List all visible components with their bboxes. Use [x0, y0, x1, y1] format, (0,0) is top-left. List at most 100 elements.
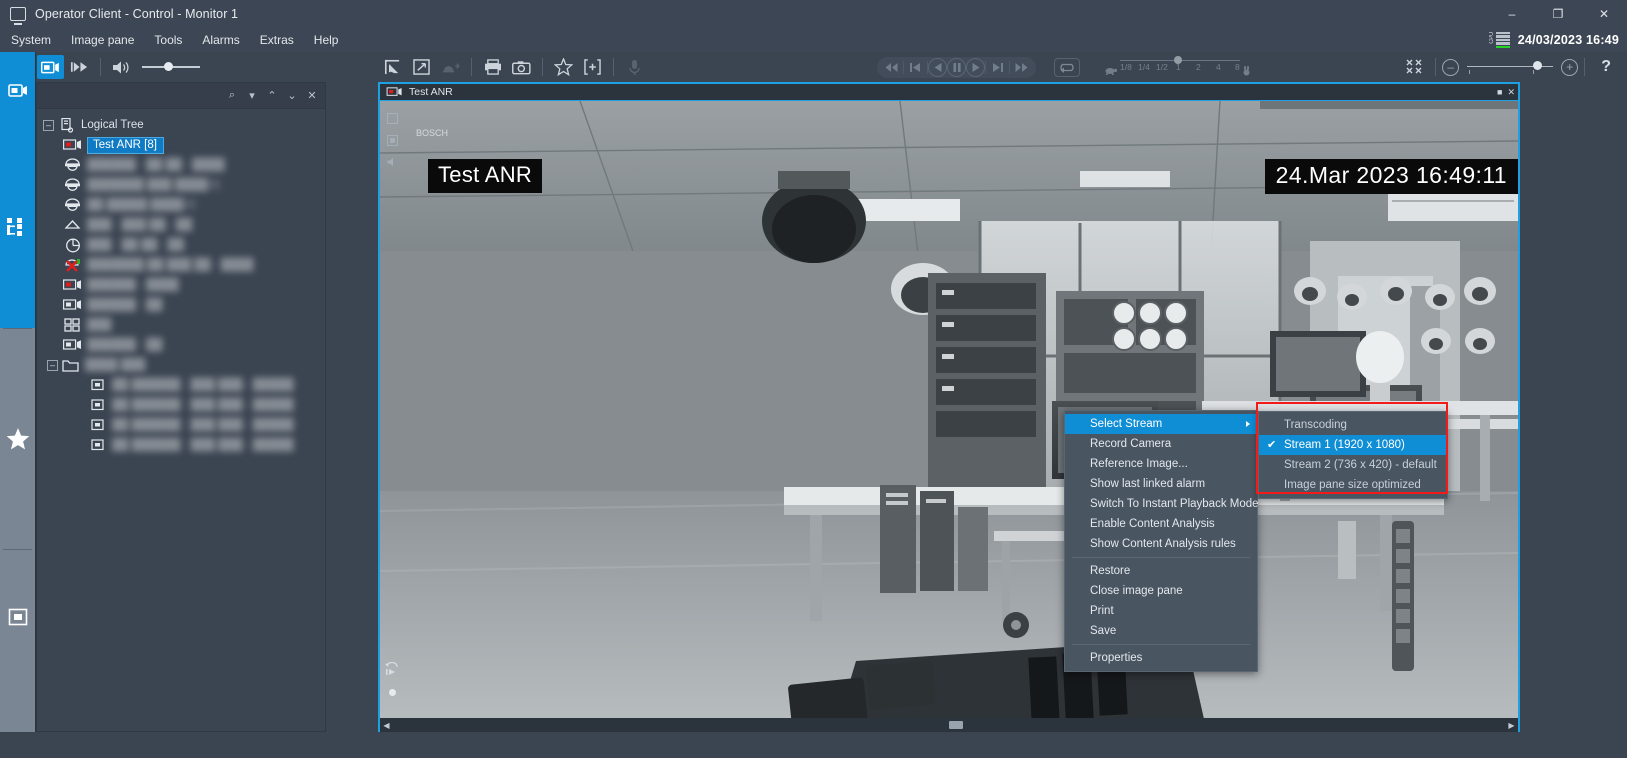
tree-node-row[interactable]: ███████ ██ ███ ██ - ████ [43, 255, 325, 275]
context-item-show-content-analysis-rules[interactable]: Show Content Analysis rules [1065, 534, 1257, 554]
context-item-label: Reference Image... [1090, 458, 1188, 470]
pane-tool-audio-icon[interactable] [387, 157, 398, 170]
search-icon[interactable]: ⌕ [223, 87, 241, 105]
logical-tree-panel: ⌕ ▾ ⌃ ⌄ ✕ – Logical Tree Test ANR [8] [36, 82, 326, 732]
menu-item-image-pane[interactable]: Image pane [62, 30, 143, 50]
tree-root-row[interactable]: – Logical Tree [43, 115, 325, 135]
scroll-up-icon[interactable]: ⌃ [263, 87, 281, 105]
tree-node-test-anr[interactable]: Test ANR [8] [43, 135, 325, 155]
video-image-pane[interactable]: Test ANR ■ ✕ [378, 82, 1520, 732]
select-tool-button[interactable] [379, 55, 406, 79]
audio-button[interactable] [108, 55, 135, 79]
tree-node-row[interactable]: ██████ - ██ [43, 295, 325, 315]
context-item-properties[interactable]: Properties [1065, 648, 1257, 668]
context-item-label: Enable Content Analysis [1090, 518, 1215, 530]
scroll-thumb[interactable] [949, 721, 963, 729]
scroll-right-icon[interactable]: ▶ [1505, 721, 1518, 730]
pane-bottom-tools[interactable] [383, 662, 401, 696]
rail-item-favorites[interactable] [0, 329, 35, 549]
next-frame-button[interactable] [986, 58, 1009, 77]
add-bookmark-button[interactable] [579, 55, 606, 79]
close-button[interactable]: ✕ [1581, 0, 1627, 28]
context-item-restore[interactable]: Restore [1065, 561, 1257, 581]
close-all-panes-button[interactable] [1401, 55, 1428, 79]
pause-button[interactable] [947, 58, 966, 77]
zoom-out-button[interactable]: – [1442, 59, 1459, 76]
submenu-item-stream-2[interactable]: Stream 2 (736 x 420) - default [1259, 455, 1447, 475]
scroll-left-icon[interactable]: ◀ [380, 721, 393, 730]
menu-item-system[interactable]: System [2, 30, 60, 50]
favorite-star-button[interactable] [550, 55, 577, 79]
context-item-save[interactable]: Save [1065, 621, 1257, 641]
tree-node-label: ██ █████ ████[8] [87, 199, 196, 211]
menu-item-tools[interactable]: Tools [145, 30, 191, 50]
maximize-button[interactable]: ❐ [1535, 0, 1581, 28]
forward-fast-button[interactable] [1010, 58, 1033, 77]
search-options-chevron-icon[interactable]: ▾ [243, 87, 261, 105]
tree-node-row[interactable]: ███ [43, 315, 325, 335]
help-button[interactable]: ? [1601, 58, 1611, 76]
playback-controls[interactable] [877, 57, 1036, 78]
tree-node-row[interactable]: ███ - ███ ██ - ██ [43, 215, 325, 235]
menu-item-alarms[interactable]: Alarms [193, 30, 248, 50]
pane-maximize-icon[interactable]: ■ [1497, 88, 1502, 97]
tree-node-row[interactable]: ██ ██████ - ███ ███ - █████ [43, 375, 325, 395]
snapshot-button[interactable] [508, 55, 535, 79]
context-item-show-last-linked-alarm[interactable]: Show last linked alarm [1065, 474, 1257, 494]
zoom-slider[interactable] [1467, 59, 1553, 75]
minimize-button[interactable]: – [1489, 0, 1535, 28]
context-item-switch-instant-playback[interactable]: Switch To Instant Playback Mode [1065, 494, 1257, 514]
rail-item-monitor-wall[interactable] [0, 550, 35, 750]
pane-horizontal-scrollbar[interactable]: ◀ ▶ [380, 718, 1518, 732]
tree-folder-row[interactable]: – ████ ███ [43, 355, 325, 375]
print-button[interactable] [479, 55, 506, 79]
context-item-record-camera[interactable]: Record Camera [1065, 434, 1257, 454]
context-item-print[interactable]: Print [1065, 601, 1257, 621]
alarm-bell-button[interactable] [437, 55, 464, 79]
loop-playback-button[interactable] [1054, 58, 1080, 77]
menu-item-extras[interactable]: Extras [251, 30, 303, 50]
context-item-select-stream[interactable]: Select Stream [1065, 414, 1257, 434]
close-search-icon[interactable]: ✕ [303, 87, 321, 105]
playback-speed-slider[interactable]: 1/8 1/4 1/2 1 2 4 8 [1102, 54, 1252, 80]
rail-item-logical-tree[interactable] [0, 128, 35, 328]
zoom-in-button[interactable]: + [1561, 59, 1578, 76]
scroll-down-icon[interactable]: ⌄ [283, 87, 301, 105]
cpu-meter-label: CPU [1489, 32, 1495, 44]
tree-node-row[interactable]: ██ ██████ - ███ ███ - █████ [43, 415, 325, 435]
tree-node-row[interactable]: ██ ██████ - ███ ███ - █████ [43, 435, 325, 455]
collapse-root-icon[interactable]: – [43, 120, 54, 131]
timestamp-overlay: 24.Mar 2023 16:49:11 [1265, 159, 1518, 194]
context-item-close-image-pane[interactable]: Close image pane [1065, 581, 1257, 601]
microphone-button[interactable] [621, 55, 648, 79]
tree-node-row[interactable]: ███████ ███ ████[8] [43, 175, 325, 195]
tree-node-row[interactable]: ██ █████ ████[8] [43, 195, 325, 215]
rewind-fast-button[interactable] [880, 58, 903, 77]
volume-slider[interactable] [142, 61, 200, 73]
pane-tool-crop-icon[interactable] [387, 135, 398, 149]
tree-node-row[interactable]: ██████ - ████ [43, 275, 325, 295]
live-mode-button[interactable] [37, 55, 64, 79]
pane-tool-layout-icon[interactable] [387, 113, 398, 127]
zoom-region-button[interactable] [408, 55, 435, 79]
submenu-item-stream-1[interactable]: ✔ Stream 1 (1920 x 1080) [1259, 435, 1447, 455]
tree-node-row[interactable]: ██████ - ██ [43, 335, 325, 355]
play-reverse-button[interactable] [928, 58, 947, 77]
context-item-reference-image[interactable]: Reference Image... [1065, 454, 1257, 474]
pane-side-tools[interactable] [384, 113, 400, 170]
context-item-enable-content-analysis[interactable]: Enable Content Analysis [1065, 514, 1257, 534]
tree-node-row[interactable]: ██████ - ██ ██ - ████ [43, 155, 325, 175]
collapse-folder-icon[interactable]: – [47, 360, 58, 371]
submenu-item-transcoding[interactable]: Transcoding [1259, 415, 1447, 435]
tree-node-row[interactable]: ██ ██████ - ███ ███ - █████ [43, 395, 325, 415]
tree-node-row[interactable]: ███ - ██ ██ - ██ [43, 235, 325, 255]
previous-frame-button[interactable] [904, 58, 927, 77]
menu-item-help[interactable]: Help [305, 30, 348, 50]
rail-item-camera-view[interactable] [0, 52, 35, 128]
pane-close-icon[interactable]: ✕ [1507, 88, 1515, 97]
instant-playback-button[interactable] [66, 55, 93, 79]
play-button[interactable] [966, 58, 985, 77]
pane-instant-replay-icon[interactable] [384, 662, 400, 680]
operator-client-window: Operator Client - Control - Monitor 1 – … [0, 0, 1627, 758]
submenu-item-image-pane-size-optimized[interactable]: Image pane size optimized [1259, 475, 1447, 495]
